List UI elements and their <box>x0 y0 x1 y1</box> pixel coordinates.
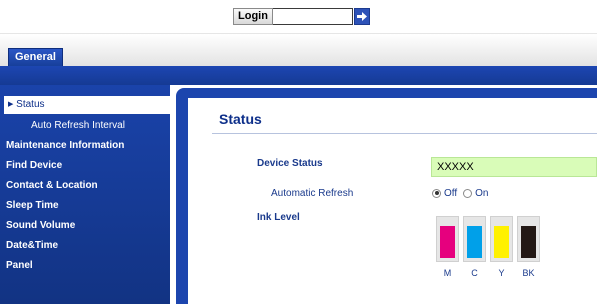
sidebar-item-date-time[interactable]: Date&Time <box>0 237 170 255</box>
ink-bar-black <box>517 216 540 262</box>
top-bar: Login <box>0 0 597 34</box>
sidebar-item-find-device[interactable]: Find Device <box>0 157 170 175</box>
ink-label-bk: BK <box>522 268 535 278</box>
ink-fill-yellow <box>494 226 509 258</box>
ink-label-m: M <box>443 268 452 278</box>
sidebar-item-maintenance-information[interactable]: Maintenance Information <box>0 137 170 155</box>
sidebar-item-auto-refresh-interval[interactable]: Auto Refresh Interval <box>0 117 170 135</box>
refresh-on-label: On <box>475 187 489 199</box>
refresh-off-radio[interactable] <box>432 188 441 198</box>
title-divider <box>212 133 597 134</box>
automatic-refresh-radio-group: Off On <box>432 187 495 199</box>
tab-general[interactable]: General <box>8 48 63 66</box>
refresh-on-radio[interactable] <box>463 188 473 198</box>
automatic-refresh-label: Automatic Refresh <box>271 188 354 199</box>
ink-bar-magenta <box>436 216 459 262</box>
sidebar-item-contact-location[interactable]: Contact & Location <box>0 177 170 195</box>
header-band <box>0 66 597 85</box>
sidebar-item-label: Status <box>16 99 45 110</box>
ink-fill-black <box>521 226 536 258</box>
device-status-label: Device Status <box>257 158 323 169</box>
triangle-right-icon: ▶ <box>8 101 14 108</box>
sidebar-item-status[interactable]: ▶ Status <box>4 96 170 114</box>
arrow-right-icon <box>356 12 367 21</box>
login-label: Login <box>233 8 273 25</box>
tab-strip: General <box>0 34 597 66</box>
sidebar-item-sleep-time[interactable]: Sleep Time <box>0 197 170 215</box>
ink-fill-magenta <box>440 226 455 258</box>
ink-bar-cyan <box>463 216 486 262</box>
ink-label-c: C <box>471 268 478 278</box>
device-status-value: XXXXX <box>431 157 597 177</box>
ink-fill-cyan <box>467 226 482 258</box>
login-group: Login <box>233 8 370 25</box>
ink-bar-yellow <box>490 216 513 262</box>
ink-label-y: Y <box>498 268 505 278</box>
sidebar: ▶ Status Auto Refresh Interval Maintenan… <box>0 85 170 304</box>
login-password-input[interactable] <box>272 8 353 25</box>
ink-level-label: Ink Level <box>257 212 300 223</box>
sidebar-item-sound-volume[interactable]: Sound Volume <box>0 217 170 235</box>
refresh-off-label: Off <box>444 187 458 199</box>
page-title: Status <box>219 111 262 127</box>
login-go-button[interactable] <box>353 8 370 25</box>
web-admin-page: { "login": { "label": "Login", "value": … <box>0 0 597 304</box>
sidebar-item-panel[interactable]: Panel <box>0 257 170 275</box>
